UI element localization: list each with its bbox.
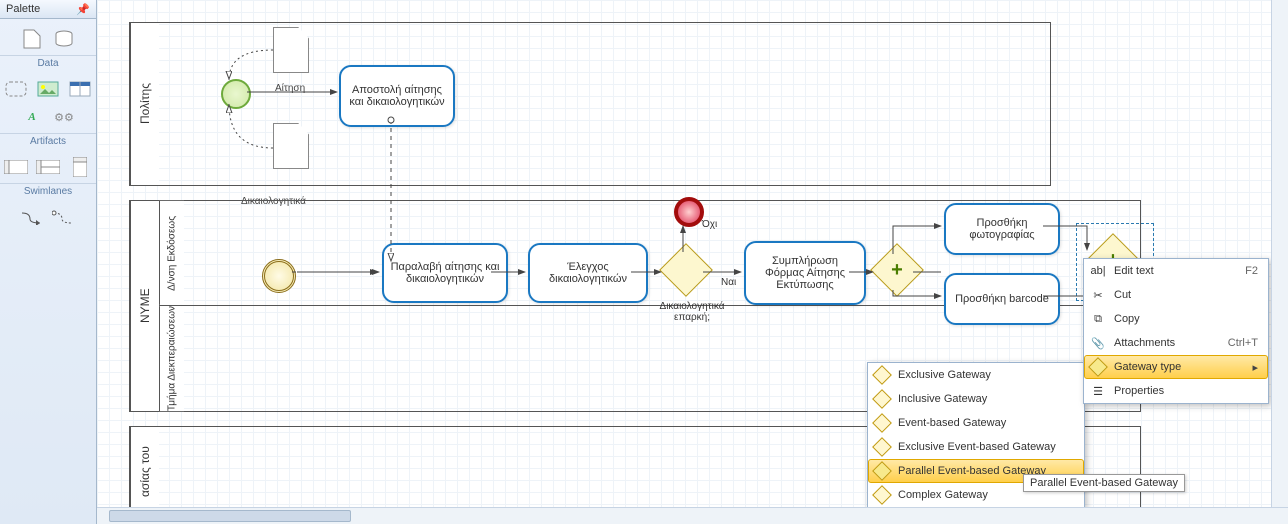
palette-item-group[interactable] — [2, 77, 30, 101]
palette-header: Palette 📌 — [0, 0, 96, 19]
menu-gateway-type[interactable]: Gateway type▸ — [1084, 355, 1268, 379]
edit-text-icon: ab| — [1090, 263, 1106, 279]
pool-nyme-title: NYME — [130, 201, 159, 411]
vertical-scrollbar[interactable] — [1271, 0, 1288, 508]
gateway-type-icon — [1090, 359, 1106, 375]
gateway-parallel-split[interactable]: + — [870, 243, 924, 297]
attachments-icon: 📎 — [1090, 335, 1106, 351]
palette-item-sequence-flow[interactable] — [18, 205, 46, 229]
palette-item-pool-v[interactable] — [66, 155, 94, 179]
copy-icon: ⧉ — [1090, 311, 1106, 327]
palette-item-message-flow[interactable] — [50, 205, 78, 229]
palette-item-text[interactable]: A — [18, 105, 46, 129]
palette-item-settings[interactable]: ⚙⚙ — [50, 105, 78, 129]
palette-panel: Palette 📌 Data A ⚙⚙ Artifacts Swiml — [0, 0, 97, 524]
data-label-application: Αίτηση — [275, 83, 305, 94]
menu-edit-text[interactable]: ab|Edit textF2 — [1084, 259, 1268, 283]
data-object-application[interactable] — [273, 27, 309, 73]
task-fill-form[interactable]: Συμπλήρωση Φόρμας Αίτησης Εκτύπωσης — [744, 241, 866, 305]
context-menu: ab|Edit textF2 ✂Cut ⧉Copy 📎AttachmentsCt… — [1083, 258, 1269, 404]
submenu-inclusive[interactable]: Inclusive Gateway — [868, 387, 1084, 411]
palette-item-image[interactable] — [34, 77, 62, 101]
submenu-exclusive-event[interactable]: Exclusive Event-based Gateway — [868, 435, 1084, 459]
task-add-photo[interactable]: Προσθήκη φωτογραφίας — [944, 203, 1060, 255]
palette-item-data-store[interactable] — [50, 27, 78, 51]
end-event-no[interactable] — [674, 197, 704, 227]
start-event-nyme[interactable] — [262, 259, 296, 293]
menu-properties[interactable]: ☰Properties — [1084, 379, 1268, 403]
palette-item-pool-h[interactable] — [2, 155, 30, 179]
palette-title: Palette — [6, 3, 40, 15]
plus-icon: + — [879, 252, 915, 288]
data-object-documents[interactable] — [273, 123, 309, 169]
cut-icon: ✂ — [1090, 287, 1106, 303]
pool-citizen-title: Πολίτης — [130, 23, 159, 185]
lane-ekdoseos-title: Δ/νση Εκδόσεως — [159, 201, 184, 305]
palette-item-table[interactable] — [66, 77, 94, 101]
submenu-arrow-icon: ▸ — [1252, 361, 1258, 374]
submenu-event[interactable]: Event-based Gateway — [868, 411, 1084, 435]
properties-icon: ☰ — [1090, 383, 1106, 399]
lane-diek-title: Τμήμα Διεκπεραιώσεων — [159, 306, 184, 411]
menu-copy[interactable]: ⧉Copy — [1084, 307, 1268, 331]
pin-icon[interactable]: 📌 — [76, 3, 90, 16]
gateway-docs-sufficient[interactable] — [659, 243, 713, 297]
tooltip: Parallel Event-based Gateway — [1023, 474, 1185, 492]
diagram-canvas[interactable]: Πολίτης Αίτηση Αποστολή αίτησης και δικα… — [97, 0, 1288, 524]
submenu-exclusive[interactable]: Exclusive Gateway — [868, 363, 1084, 387]
task-send-application[interactable]: Αποστολή αίτησης και δικαιολογητικών — [339, 65, 455, 127]
palette-section-swimlanes: Swimlanes — [0, 183, 96, 201]
branch-no: Όχι — [702, 219, 717, 230]
menu-attachments[interactable]: 📎AttachmentsCtrl+T — [1084, 331, 1268, 355]
palette-section-artifacts: Artifacts — [0, 133, 96, 151]
start-event-citizen[interactable] — [221, 79, 251, 109]
palette-item-lane-h[interactable] — [34, 155, 62, 179]
palette-item-data-object[interactable] — [18, 27, 46, 51]
horizontal-scroll-thumb[interactable] — [109, 510, 351, 522]
palette-section-data: Data — [0, 55, 96, 73]
pool-citizen[interactable]: Πολίτης Αίτηση Αποστολή αίτησης και δικα… — [129, 22, 1051, 186]
branch-yes: Ναι — [721, 277, 736, 288]
menu-cut[interactable]: ✂Cut — [1084, 283, 1268, 307]
horizontal-scrollbar[interactable] — [97, 507, 1288, 524]
pool-bottom-title: ασίας του — [130, 427, 159, 517]
task-receive[interactable]: Παραλαβή αίτησης και δικαιολογητικών — [382, 243, 508, 303]
task-check[interactable]: Έλεγχος δικαιολογητικών — [528, 243, 648, 303]
